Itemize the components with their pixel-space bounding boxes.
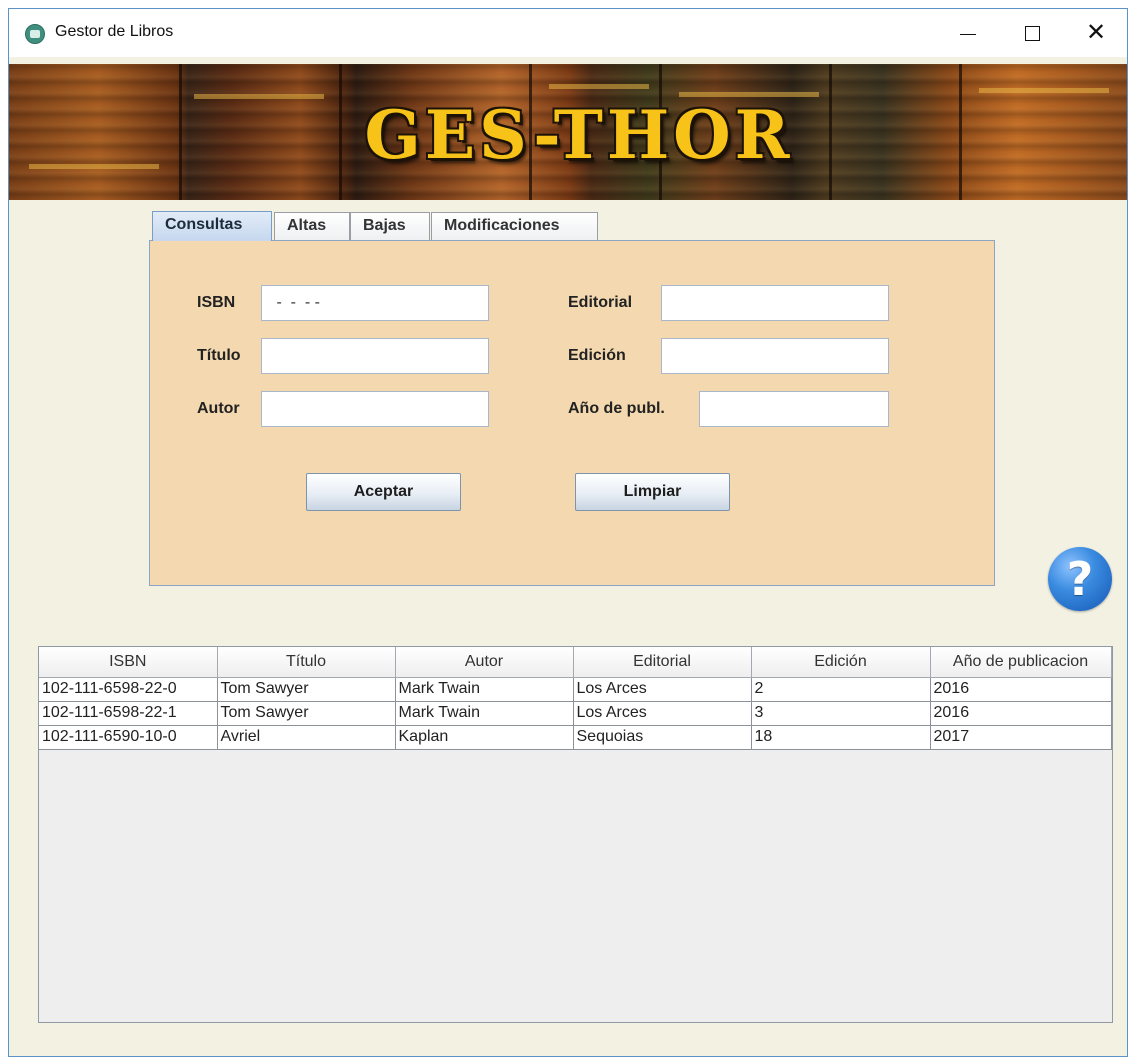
- title-bar: Gestor de Libros ✕: [9, 9, 1127, 57]
- app-window: Gestor de Libros ✕ GES-THOR Consultas Al…: [8, 8, 1128, 1057]
- table-cell[interactable]: Los Arces: [572, 676, 752, 702]
- editorial-input[interactable]: [661, 285, 889, 321]
- table-cell[interactable]: 3: [750, 700, 931, 726]
- table-cell[interactable]: Sequoias: [572, 724, 752, 750]
- tab-bajas[interactable]: Bajas: [350, 212, 430, 240]
- book-gold-band: [549, 84, 649, 89]
- table-row[interactable]: 102-111-6598-22-0 Tom Sawyer Mark Twain …: [39, 676, 1112, 702]
- table-row[interactable]: 102-111-6590-10-0 Avriel Kaplan Sequoias…: [39, 724, 1112, 750]
- results-table[interactable]: ISBN Título Autor Editorial Edición Año …: [38, 646, 1113, 1023]
- book-gold-band: [29, 164, 159, 169]
- column-header-anio[interactable]: Año de publicacion: [929, 647, 1112, 678]
- minimize-icon: [960, 33, 976, 35]
- book-spine-divider: [829, 64, 832, 200]
- column-header-titulo[interactable]: Título: [216, 647, 396, 678]
- close-button[interactable]: ✕: [1065, 9, 1127, 57]
- titulo-input[interactable]: [261, 338, 489, 374]
- minimize-button[interactable]: [937, 9, 999, 57]
- table-row[interactable]: 102-111-6598-22-1 Tom Sawyer Mark Twain …: [39, 700, 1112, 726]
- help-button[interactable]: ?: [1048, 547, 1112, 611]
- table-cell[interactable]: 2016: [929, 700, 1112, 726]
- banner-logo-title: GES-THOR: [364, 96, 794, 174]
- book-spine-divider: [179, 64, 182, 200]
- table-cell[interactable]: Tom Sawyer: [216, 676, 396, 702]
- column-header-editorial[interactable]: Editorial: [572, 647, 752, 678]
- column-header-isbn[interactable]: ISBN: [39, 647, 218, 678]
- table-cell[interactable]: 102-111-6598-22-1: [39, 700, 218, 726]
- table-cell[interactable]: Kaplan: [394, 724, 574, 750]
- column-header-autor[interactable]: Autor: [394, 647, 574, 678]
- autor-label: Autor: [197, 400, 240, 417]
- window-title: Gestor de Libros: [55, 23, 174, 40]
- table-cell[interactable]: Mark Twain: [394, 700, 574, 726]
- table-cell[interactable]: 2017: [929, 724, 1112, 750]
- table-cell[interactable]: Avriel: [216, 724, 396, 750]
- anio-input[interactable]: [699, 391, 889, 427]
- isbn-label: ISBN: [197, 294, 236, 311]
- query-form-panel: ISBN Título Autor Editorial Edición Año …: [149, 240, 995, 586]
- edicion-label: Edición: [568, 347, 626, 364]
- maximize-button[interactable]: [1001, 9, 1063, 57]
- table-cell[interactable]: 2016: [929, 676, 1112, 702]
- table-cell[interactable]: Los Arces: [572, 700, 752, 726]
- table-cell[interactable]: 18: [750, 724, 931, 750]
- table-cell[interactable]: Tom Sawyer: [216, 700, 396, 726]
- table-cell[interactable]: 102-111-6590-10-0: [39, 724, 218, 750]
- books-banner: GES-THOR: [9, 64, 1127, 200]
- column-header-edicion[interactable]: Edición: [750, 647, 931, 678]
- tab-consultas[interactable]: Consultas: [152, 211, 272, 241]
- isbn-input[interactable]: [261, 285, 489, 321]
- app-icon: [25, 24, 45, 44]
- table-cell[interactable]: 102-111-6598-22-0: [39, 676, 218, 702]
- anio-label: Año de publ.: [568, 400, 665, 417]
- maximize-icon: [1024, 25, 1040, 41]
- autor-input[interactable]: [261, 391, 489, 427]
- titulo-label: Título: [197, 347, 241, 364]
- book-gold-band: [979, 88, 1109, 93]
- editorial-label: Editorial: [568, 294, 633, 311]
- book-gold-band: [194, 94, 324, 99]
- table-header-row: ISBN Título Autor Editorial Edición Año …: [39, 647, 1112, 678]
- close-icon: ✕: [1085, 19, 1107, 46]
- tab-modificaciones[interactable]: Modificaciones: [431, 212, 598, 240]
- table-cell[interactable]: 2: [750, 676, 931, 702]
- table-cell[interactable]: Mark Twain: [394, 676, 574, 702]
- limpiar-button[interactable]: Limpiar: [575, 473, 730, 511]
- tab-altas[interactable]: Altas: [274, 212, 350, 240]
- book-spine-divider: [959, 64, 962, 200]
- aceptar-button[interactable]: Aceptar: [306, 473, 461, 511]
- edicion-input[interactable]: [661, 338, 889, 374]
- question-help-icon: ?: [1066, 552, 1094, 606]
